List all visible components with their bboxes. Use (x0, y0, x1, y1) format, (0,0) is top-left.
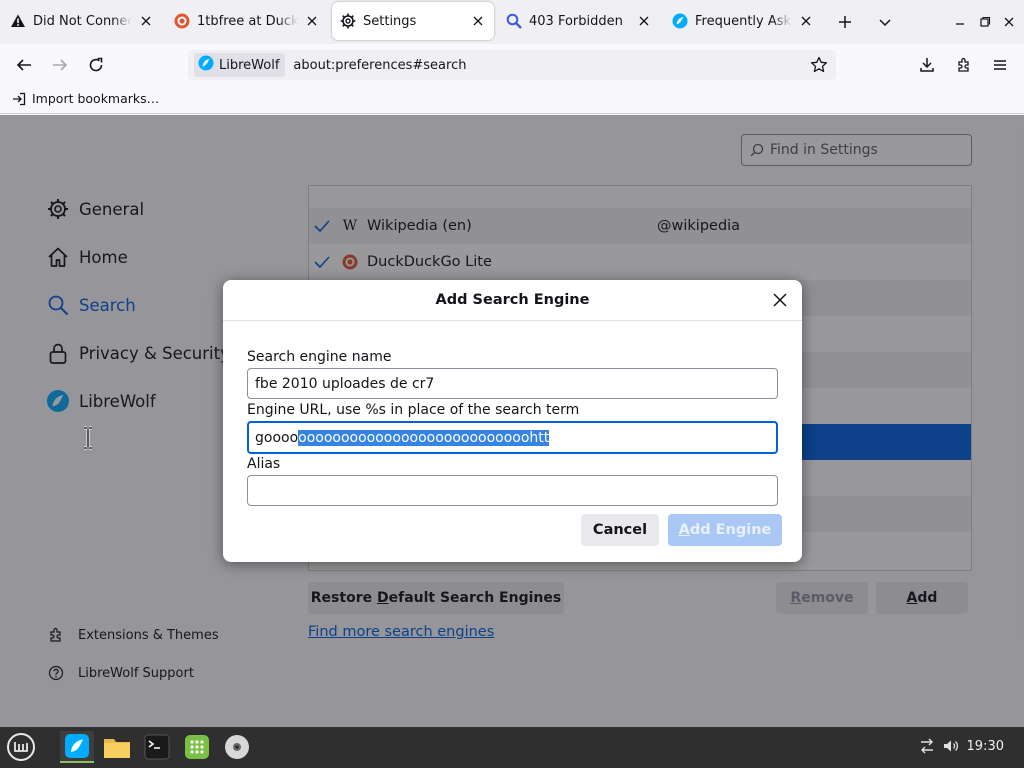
nav-bar: LibreWolf about:preferences#search (0, 44, 1024, 86)
engine-url-label: Engine URL, use %s in place of the searc… (247, 402, 580, 418)
volume-icon[interactable] (942, 737, 960, 755)
forward-button[interactable] (45, 50, 75, 80)
add-search-engine-dialog: Add Search Engine Search engine name fbe… (223, 280, 802, 562)
close-icon[interactable] (798, 13, 814, 29)
import-icon (12, 92, 26, 106)
import-bookmarks-button[interactable]: Import bookmarks… (12, 91, 159, 106)
close-icon[interactable] (636, 13, 652, 29)
dialog-header: Add Search Engine (223, 280, 802, 321)
librewolf-icon[interactable] (60, 731, 94, 763)
alias-label: Alias (247, 456, 281, 472)
engine-url-input[interactable]: goooo ooooooooooooooooooooooooooohtt (247, 421, 778, 454)
duckduckgo-icon (174, 13, 190, 29)
search-icon (506, 13, 522, 29)
close-icon (773, 293, 787, 307)
close-icon[interactable] (304, 13, 320, 29)
text-cursor-icon (82, 426, 94, 454)
folder-icon[interactable] (100, 731, 134, 763)
minimize-button[interactable] (946, 8, 974, 36)
add-engine-submit-button[interactable]: Add Engine (668, 514, 782, 546)
tab-settings[interactable]: Settings (332, 2, 494, 40)
close-icon[interactable] (470, 13, 486, 29)
network-icon[interactable] (918, 737, 936, 755)
dialog-title: Add Search Engine (435, 292, 590, 308)
engine-name-input[interactable]: fbe 2010 uploades de cr7 (247, 368, 778, 399)
back-button[interactable] (9, 50, 39, 80)
identity-box[interactable]: LibreWolf (194, 53, 286, 77)
window-close-button[interactable] (995, 8, 1023, 36)
taskbar: 19:30 (0, 727, 1024, 768)
disc-icon[interactable] (220, 731, 254, 763)
librewolf-icon (672, 13, 688, 29)
clock[interactable]: 19:30 (967, 739, 1004, 754)
mint-menu-icon[interactable] (4, 731, 38, 763)
selected-text: ooooooooooooooooooooooooooohtt (298, 429, 550, 446)
warning-icon (10, 13, 26, 29)
dialog-close-button[interactable] (768, 288, 792, 312)
tab-403-forbidden[interactable]: 403 Forbidden (498, 2, 660, 40)
bookmark-star-icon[interactable] (808, 54, 830, 76)
extensions-button[interactable] (949, 50, 979, 80)
alias-input[interactable] (247, 475, 778, 506)
cancel-button[interactable]: Cancel (581, 514, 659, 546)
librewolf-icon (198, 55, 214, 75)
calculator-icon[interactable] (180, 731, 214, 763)
bookmarks-toolbar: Import bookmarks… (0, 86, 1024, 114)
engine-name-label: Search engine name (247, 349, 392, 365)
tab-faq[interactable]: Frequently Asked Questions (664, 2, 822, 40)
list-all-tabs-button[interactable] (871, 8, 899, 36)
tab-duckduckgo[interactable]: 1tbfree at DuckDuckGo (166, 2, 328, 40)
reload-button[interactable] (81, 50, 111, 80)
new-tab-button[interactable] (831, 8, 859, 36)
gear-icon (340, 13, 356, 29)
tab-strip: Did Not Connect: Potential Security Issu… (0, 0, 1024, 44)
url-text[interactable]: about:preferences#search (293, 58, 466, 73)
url-bar[interactable]: LibreWolf about:preferences#search (188, 50, 836, 80)
tab-did-not-connect[interactable]: Did Not Connect: Potential Security Issu… (2, 2, 162, 40)
downloads-button[interactable] (912, 50, 942, 80)
identity-label: LibreWolf (219, 57, 280, 73)
menu-button[interactable] (985, 50, 1015, 80)
terminal-icon[interactable] (140, 731, 174, 763)
close-icon[interactable] (138, 13, 154, 29)
